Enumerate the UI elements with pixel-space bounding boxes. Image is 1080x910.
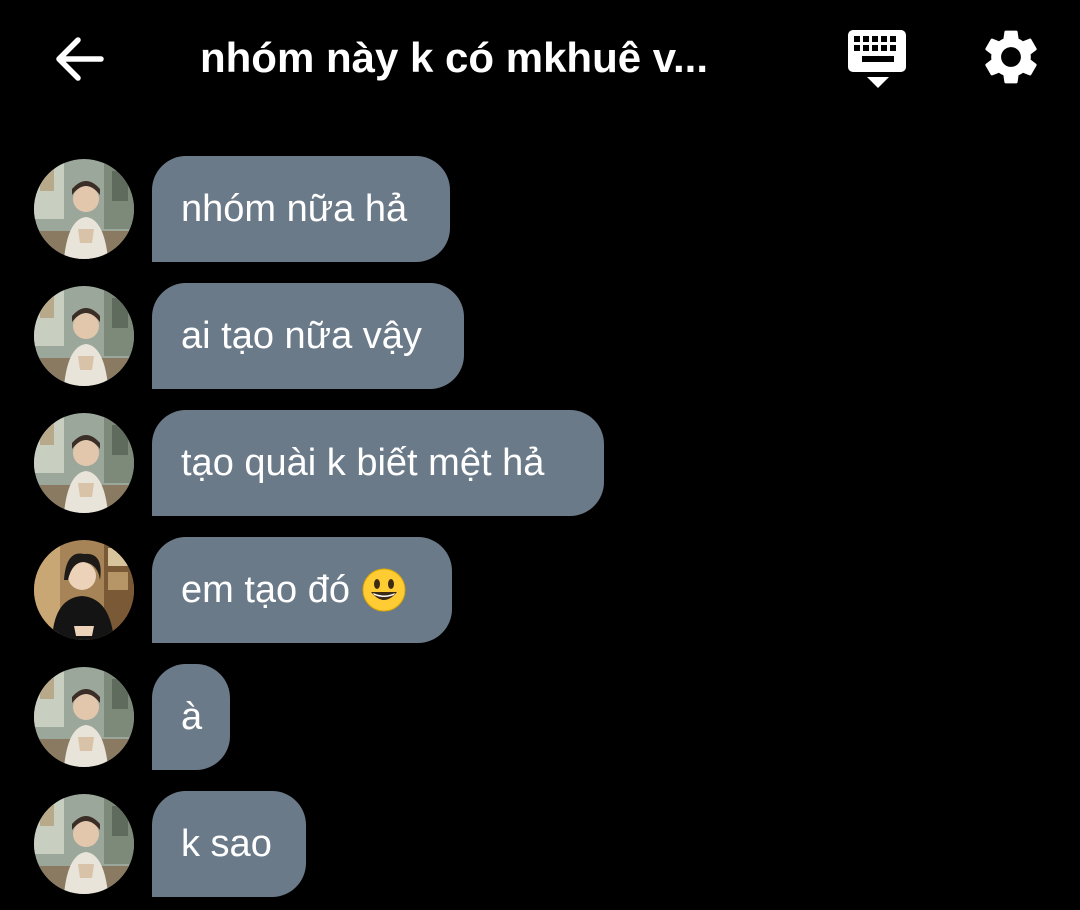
message-text: ai tạo nữa vậy	[181, 314, 422, 357]
message-bubble[interactable]: k sao	[152, 791, 306, 897]
avatar-photo	[34, 159, 134, 259]
message-text: à	[181, 695, 203, 738]
avatar[interactable]	[34, 286, 134, 386]
grinning-face-emoji	[362, 568, 406, 612]
message-row: à	[0, 664, 1080, 770]
avatar-photo	[34, 413, 134, 513]
message-bubble[interactable]: em tạo đó	[152, 537, 452, 643]
chat-screen: nhóm này k có mkhuê v... nhóm nữa hả ai …	[0, 0, 1080, 910]
avatar-photo	[34, 794, 134, 894]
arrow-left-icon	[56, 37, 104, 81]
message-row: ai tạo nữa vậy	[0, 283, 1080, 389]
message-bubble[interactable]: tạo quài k biết mệt hả	[152, 410, 604, 516]
back-button[interactable]	[48, 28, 110, 90]
chat-title: nhóm này k có mkhuê v...	[200, 34, 709, 81]
message-text: tạo quài k biết mệt hả	[181, 441, 545, 484]
settings-button[interactable]	[978, 24, 1044, 90]
message-text: em tạo đó	[181, 568, 350, 611]
message-row: em tạo đó	[0, 537, 1080, 643]
gear-icon	[985, 30, 1037, 84]
avatar[interactable]	[34, 159, 134, 259]
chat-header: nhóm này k có mkhuê v...	[0, 0, 1080, 118]
message-bubble[interactable]: à	[152, 664, 230, 770]
avatar[interactable]	[34, 667, 134, 767]
message-text: nhóm nữa hả	[181, 187, 408, 230]
message-row: nhóm nữa hả	[0, 156, 1080, 262]
avatar-photo	[34, 667, 134, 767]
avatar-photo	[34, 540, 134, 640]
message-bubble[interactable]: nhóm nữa hả	[152, 156, 450, 262]
message-text: k sao	[181, 822, 272, 865]
avatar[interactable]	[34, 413, 134, 513]
avatar[interactable]	[34, 794, 134, 894]
message-row: tạo quài k biết mệt hả	[0, 410, 1080, 516]
message-bubble[interactable]: ai tạo nữa vậy	[152, 283, 464, 389]
message-row: k sao	[0, 791, 1080, 897]
avatar-photo	[34, 286, 134, 386]
keyboard-icon	[848, 30, 906, 88]
keyboard-button[interactable]	[842, 26, 914, 90]
avatar[interactable]	[34, 540, 134, 640]
